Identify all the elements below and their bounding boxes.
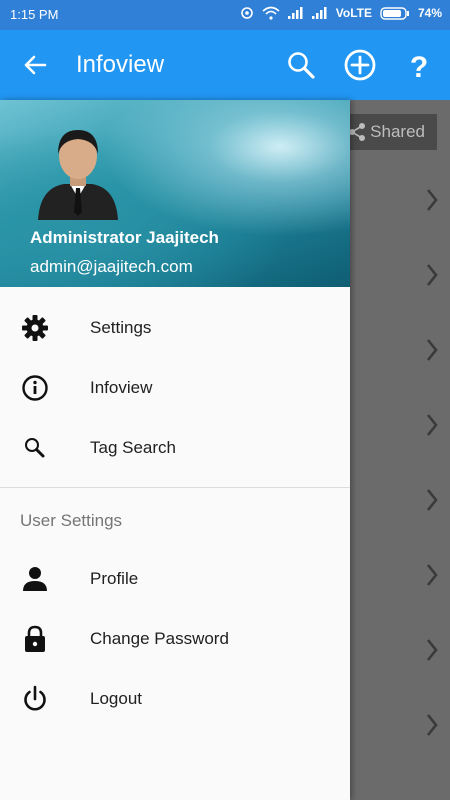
menu-item-logout[interactable]: Logout (0, 669, 350, 729)
help-icon[interactable]: ? (402, 48, 436, 82)
status-time: 1:15 PM (10, 7, 59, 22)
menu-item-label: Tag Search (90, 438, 176, 457)
shared-button[interactable]: Shared (342, 114, 437, 150)
divider (0, 487, 350, 488)
user-name: Administrator Jaajitech (30, 228, 219, 247)
menu-item-label: Infoview (90, 378, 153, 397)
shared-label: Shared (370, 122, 425, 141)
menu-item-settings[interactable]: Settings (0, 298, 350, 358)
chevron-right-icon[interactable] (422, 710, 442, 740)
chevron-right-icon[interactable] (422, 635, 442, 665)
chevron-right-icon[interactable] (422, 260, 442, 290)
info-icon (22, 375, 48, 401)
section-title: User Settings (20, 511, 123, 530)
gear-icon (22, 315, 48, 341)
chevron-right-icon[interactable] (422, 410, 442, 440)
share-icon (349, 123, 365, 141)
menu-item-change-password[interactable]: Change Password (0, 609, 350, 669)
battery-level: 74% (417, 6, 442, 20)
avatar[interactable] (36, 124, 120, 220)
add-circle-icon[interactable] (343, 48, 377, 82)
navigation-drawer: Administrator Jaajitech admin@jaajitech.… (0, 100, 350, 800)
menu-item-profile[interactable]: Profile (0, 549, 350, 609)
search-icon[interactable] (284, 48, 318, 82)
network-type: VoLTE (335, 6, 372, 20)
person-icon (23, 567, 47, 591)
menu-item-label: Change Password (90, 629, 229, 648)
power-icon (24, 685, 46, 711)
back-arrow-icon[interactable] (18, 48, 52, 82)
chevron-right-icon[interactable] (422, 485, 442, 515)
app-bar: Infoview ? (0, 30, 450, 100)
menu-item-label: Logout (90, 689, 142, 708)
status-icons: VoLTE 74% (240, 6, 442, 20)
app-title: Infoview (76, 51, 165, 78)
svg-text:?: ? (410, 51, 428, 82)
menu-item-infoview[interactable]: Infoview (0, 358, 350, 418)
drawer-header: Administrator Jaajitech admin@jaajitech.… (0, 100, 350, 287)
menu-item-tag-search[interactable]: Tag Search (0, 418, 350, 478)
chevron-right-icon[interactable] (422, 560, 442, 590)
menu-item-label: Settings (90, 318, 152, 337)
search-icon (25, 438, 45, 458)
status-bar: 1:15 PM VoLTE 74% (0, 0, 450, 30)
chevron-right-icon[interactable] (422, 185, 442, 215)
signal-icon (311, 7, 327, 19)
signal-icon (287, 7, 303, 19)
lock-icon (25, 625, 45, 652)
chevron-right-icon[interactable] (422, 335, 442, 365)
battery-icon (380, 6, 409, 20)
user-email: admin@jaajitech.com (30, 257, 193, 276)
sync-icon (240, 7, 253, 19)
menu-item-label: Profile (90, 569, 139, 588)
wifi-icon (262, 6, 280, 20)
